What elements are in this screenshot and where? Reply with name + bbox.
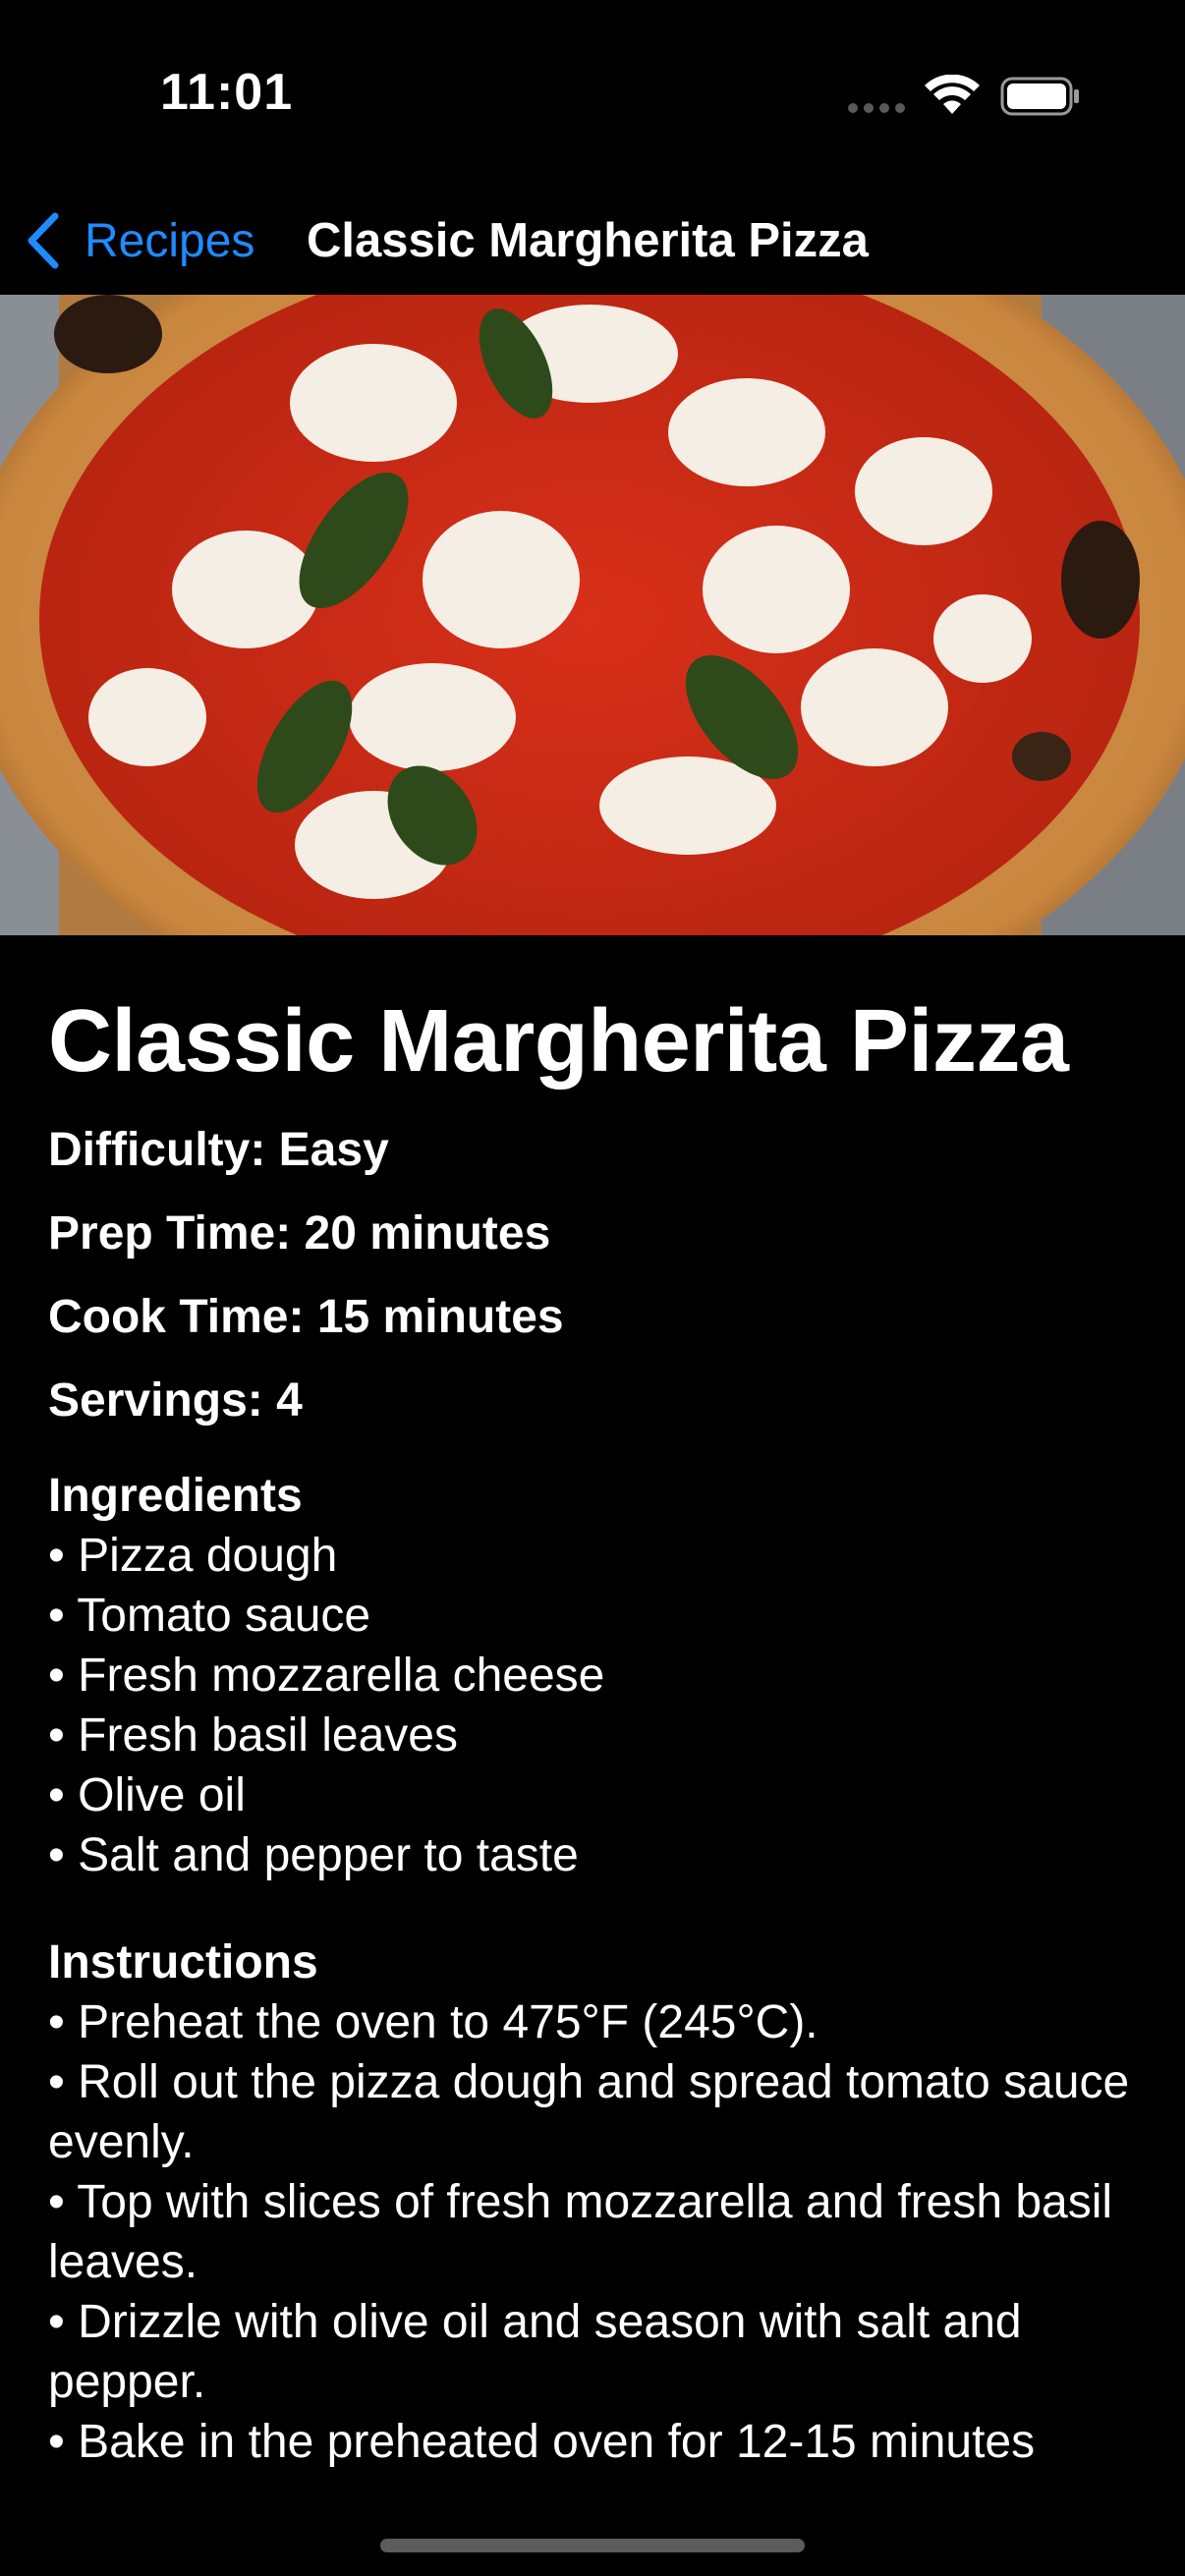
bottom-safe-area xyxy=(0,2476,1185,2576)
navigation-bar: Recipes Classic Margherita Pizza xyxy=(0,187,1185,295)
instructions-list: Preheat the oven to 475°F (245°C). Roll … xyxy=(48,1992,1149,2472)
prep-time-label: Prep Time: 20 minutes xyxy=(48,1207,551,1260)
ingredient-item: Olive oil xyxy=(48,1765,1149,1825)
signal-dots-icon xyxy=(848,103,907,113)
ingredients-list: Pizza dough Tomato sauce Fresh mozzarell… xyxy=(48,1526,1149,1885)
battery-icon xyxy=(1000,77,1079,116)
ingredient-item: Fresh basil leaves xyxy=(48,1706,1149,1765)
status-bar: 11:01 xyxy=(0,0,1185,187)
instruction-step: Drizzle with olive oil and season with s… xyxy=(48,2292,1149,2412)
ingredient-item: Salt and pepper to taste xyxy=(48,1825,1149,1885)
wifi-icon xyxy=(925,75,980,114)
instruction-step: Roll out the pizza dough and spread toma… xyxy=(48,2052,1149,2172)
instructions-section: Instructions Preheat the oven to 475°F (… xyxy=(48,1932,1149,2472)
back-button[interactable]: Recipes xyxy=(24,200,254,281)
recipe-meta: Difficulty: Easy Prep Time: 20 minutes C… xyxy=(48,1108,1149,1442)
recipe-detail: Classic Margherita Pizza Difficulty: Eas… xyxy=(48,982,1149,2472)
instruction-step: Top with slices of fresh mozzarella and … xyxy=(48,2172,1149,2292)
back-button-label: Recipes xyxy=(85,214,255,267)
servings-label: Servings: 4 xyxy=(48,1374,303,1427)
difficulty-label: Difficulty: Easy xyxy=(48,1124,389,1176)
cook-time-label: Cook Time: 15 minutes xyxy=(48,1291,564,1343)
recipe-title: Classic Margherita Pizza xyxy=(48,992,1069,1091)
chevron-left-icon xyxy=(28,212,59,269)
instruction-step: Preheat the oven to 475°F (245°C). xyxy=(48,1992,1149,2052)
ingredient-item: Fresh mozzarella cheese xyxy=(48,1646,1149,1706)
instruction-step: Bake in the preheated oven for 12-15 min… xyxy=(48,2412,1149,2472)
ingredient-item: Tomato sauce xyxy=(48,1586,1149,1646)
nav-title: Classic Margherita Pizza xyxy=(307,214,869,267)
instructions-heading: Instructions xyxy=(48,1936,318,1988)
status-time: 11:01 xyxy=(160,64,294,121)
home-indicator[interactable] xyxy=(380,2539,805,2552)
ingredient-item: Pizza dough xyxy=(48,1526,1149,1586)
ingredients-section: Ingredients Pizza dough Tomato sauce Fre… xyxy=(48,1466,1149,1885)
ingredients-heading: Ingredients xyxy=(48,1470,303,1522)
recipe-hero-image xyxy=(0,295,1185,935)
pizza-photo xyxy=(0,295,1185,935)
